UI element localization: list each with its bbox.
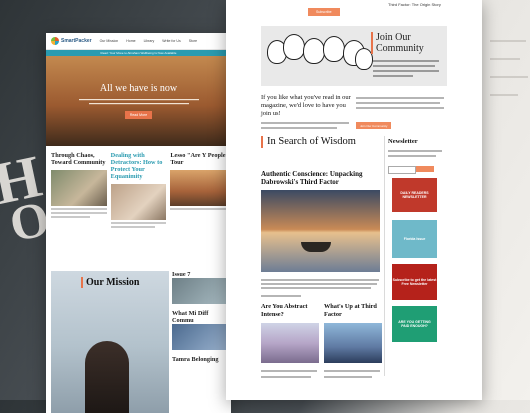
article-thumbnail [51,170,107,206]
article-thumbnail [170,170,227,206]
article-card[interactable]: Through Chaos, Toward Community [51,152,107,228]
nav-item-home[interactable]: Home [126,39,135,43]
article-excerpt-line [261,370,317,372]
ad-line: Florida Issue [403,237,426,241]
background-text-line [490,58,520,60]
join-body-line [261,122,349,124]
feature-article-image[interactable] [261,190,380,272]
background-text-line [490,40,526,42]
nav-item-mission[interactable]: Our Mission [100,39,119,43]
join-body-line [356,97,444,99]
join-body-line [373,75,413,77]
abstract-article-image[interactable] [261,323,319,363]
article-title: Lesso "Are Y People Tour [170,152,226,166]
article-columns: Through Chaos, Toward Community Dealing … [46,146,231,228]
nav-item-library[interactable]: Library [144,39,155,43]
side-title-issue: Issue 7 [172,271,191,278]
join-body-line [373,60,439,62]
background-text-line [490,94,518,96]
article-card[interactable]: Lesso "Are Y People Tour [170,152,227,228]
article-excerpt-line [110,226,156,228]
ad-banner[interactable]: Subscribe to get the latest Free Newslet… [392,264,437,300]
join-body-line [356,102,440,104]
subscribe-top-button[interactable]: Subscribe [308,8,340,16]
ad-line: Free Newsletter [401,282,428,286]
article-excerpt-line [324,376,372,378]
mission-title: Our Mission [81,277,139,288]
article-card[interactable]: Dealing with Detractors: How to Protect … [110,152,167,228]
ad-banner[interactable]: Florida Issue [392,220,437,258]
face-illustration [283,34,305,60]
join-body-line [373,65,435,67]
article-title-abstract[interactable]: Are You Abstract Intense? [261,303,315,318]
magazine-left-page: SmartPacker Our Mission Home Library Wri… [46,33,231,413]
newsletter-submit-button[interactable] [416,166,434,172]
article-excerpt-line [110,222,167,224]
join-community-banner: Join Our Community [261,26,447,86]
article-excerpt-line [324,370,380,372]
newsletter-email-field[interactable] [388,166,416,174]
article-excerpt-line [170,208,227,210]
article-title-third-factor[interactable]: What's Up at Third Factor [324,303,380,318]
ad-line: PAID ENOUGH? [401,324,428,328]
article-excerpt-line [51,212,107,214]
article-body-line [261,283,377,285]
mission-photo: Our Mission [51,271,169,413]
feature-article-title[interactable]: Authentic Conscience: Unpacking Dabrowsk… [261,170,381,186]
face-illustration [303,38,325,64]
join-us-heading: If you like what you've read in our maga… [261,94,351,117]
side-title-what: What Mi Diff Commu [172,310,209,324]
side-thumbnail [172,278,228,304]
sidebar-divider [384,136,385,376]
hero-read-more-button[interactable]: Read More [124,111,153,119]
ad-line: NEWSLETTER [402,195,427,199]
side-title-tamra: Tamra Belonging [172,356,219,363]
article-title: Dealing with Detractors: How to Protect … [110,152,163,180]
article-excerpt-line [51,216,90,218]
origin-story-link[interactable]: Third Factor: The Origin Story [388,2,441,7]
newsletter-heading: Newsletter [388,138,418,145]
article-excerpt-line [261,376,311,378]
newsletter-body-line [388,155,436,157]
join-body-line [261,127,337,129]
boat-illustration [301,242,331,252]
person-silhouette [85,341,129,413]
site-logo[interactable]: SmartPacker [51,37,92,45]
nav-item-write[interactable]: Write for Us [162,39,180,43]
hero-sunset-banner: All we have is now Read More [46,56,231,146]
top-nav: SmartPacker Our Mission Home Library Wri… [46,33,231,50]
join-body-line [356,107,444,109]
article-body-line [261,287,371,289]
newsletter-body-line [388,150,442,152]
join-community-button[interactable]: Join Our Community [356,122,392,129]
join-community-title: Join Our Community [371,32,447,54]
background-text-line [490,76,528,78]
article-thumbnail [110,184,167,220]
hero-title: All we have is now [99,83,178,94]
section-title-wisdom: In Search of Wisdom [261,136,356,148]
article-byline [261,295,301,297]
third-factor-article-image[interactable] [324,323,382,363]
logo-mark-icon [51,37,59,45]
side-thumbnail [172,324,228,350]
article-excerpt-line [51,208,107,210]
nav-item-store[interactable]: Store [189,39,197,43]
join-body-line [373,70,439,72]
magazine-right-page: Subscribe Third Factor: The Origin Story… [226,0,482,400]
ad-banner[interactable]: DAILY READERS NEWSLETTER [392,178,437,212]
article-title: Through Chaos, Toward Community [51,152,106,166]
article-body-line [261,279,379,281]
face-illustration [323,36,345,62]
logo-text: SmartPacker [61,38,92,44]
ad-banner[interactable]: ARE YOU GETTING PAID ENOUGH? [392,306,437,342]
side-article-column: Issue 7 What Mi Diff Commu Tamra Belongi… [172,271,228,363]
hero-subtitle-lines [78,99,199,105]
